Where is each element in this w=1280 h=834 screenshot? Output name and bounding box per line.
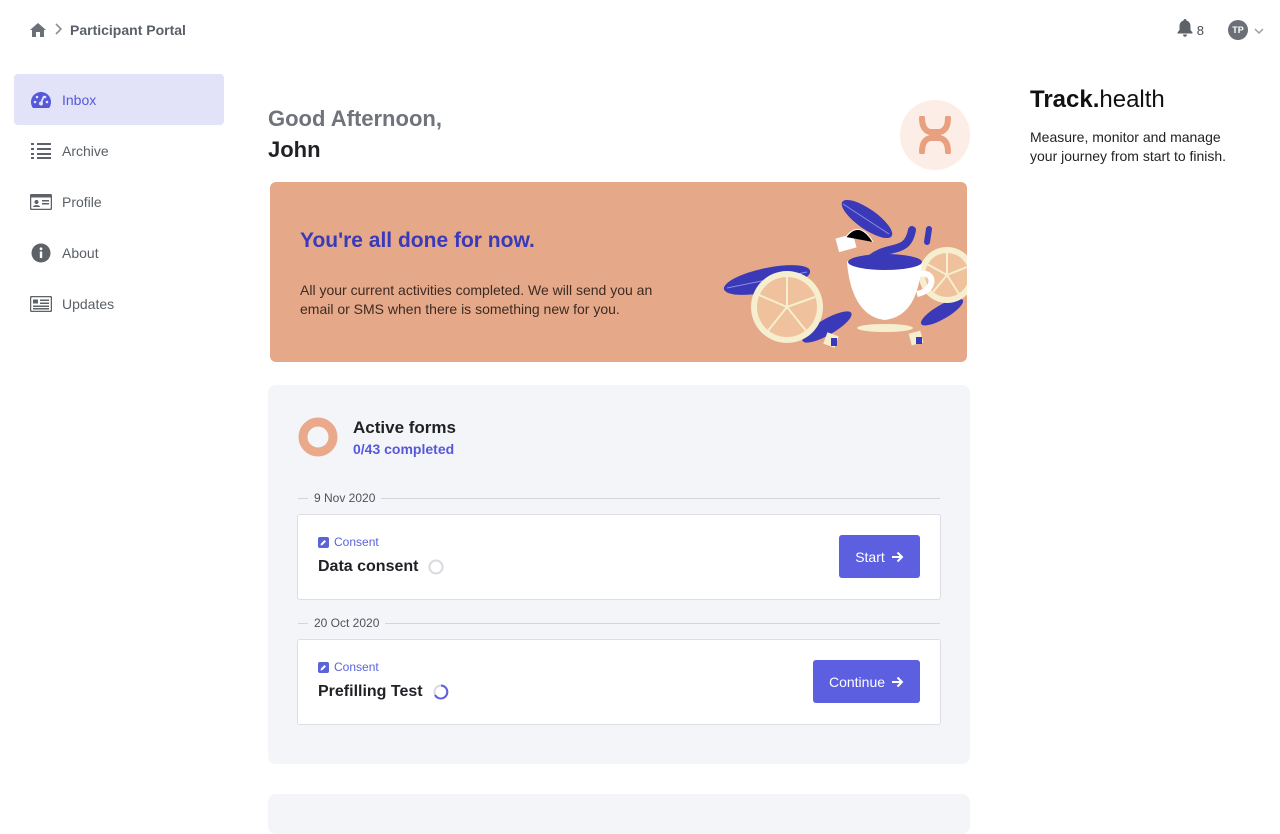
next-card bbox=[268, 794, 970, 834]
form-tag-label: Consent bbox=[334, 660, 379, 674]
form-tag-label: Consent bbox=[334, 535, 379, 549]
breadcrumb-current: Participant Portal bbox=[70, 22, 186, 38]
info-icon bbox=[30, 242, 52, 264]
form-name: Prefilling Test bbox=[318, 683, 449, 701]
start-button[interactable]: Start bbox=[839, 535, 920, 578]
active-forms-title: Active forms bbox=[353, 418, 456, 437]
notifications-button[interactable]: 8 bbox=[1177, 18, 1204, 42]
sidebar-item-label: Profile bbox=[62, 193, 102, 210]
notifications-count: 8 bbox=[1196, 22, 1204, 38]
form-name: Data consent bbox=[318, 558, 444, 576]
sidebar-item-label: Updates bbox=[62, 295, 115, 312]
promo-brand-bold: Track. bbox=[1030, 86, 1100, 113]
progress-ring bbox=[298, 417, 338, 457]
id-card-icon bbox=[30, 191, 52, 213]
date-label: 20 Oct 2020 bbox=[314, 616, 380, 630]
start-button-label: Start bbox=[855, 548, 885, 565]
user-menu[interactable]: TP bbox=[1228, 20, 1264, 40]
top-bar: Participant Portal 8 TP bbox=[0, 0, 1280, 60]
sidebar-item-inbox[interactable]: Inbox bbox=[14, 74, 224, 125]
date-divider: 9 Nov 2020 bbox=[298, 491, 940, 505]
edit-icon bbox=[318, 536, 329, 548]
avatar: TP bbox=[1228, 20, 1248, 40]
arrow-right-icon bbox=[891, 551, 904, 562]
sidebar-item-label: Archive bbox=[62, 142, 109, 159]
sidebar-item-label: Inbox bbox=[62, 91, 97, 108]
brand-logo bbox=[900, 100, 970, 170]
form-item-data-consent: Consent Data consent Start bbox=[297, 514, 941, 600]
bell-icon bbox=[1177, 18, 1193, 42]
list-icon bbox=[30, 140, 52, 162]
breadcrumb: Participant Portal bbox=[30, 20, 186, 40]
status-in-progress-icon bbox=[433, 684, 449, 700]
form-title: Data consent bbox=[318, 558, 419, 575]
sidebar-item-profile[interactable]: Profile bbox=[14, 176, 224, 227]
sidebar-item-updates[interactable]: Updates bbox=[14, 278, 224, 329]
sidebar: Inbox Archive Profile About Updates bbox=[14, 74, 224, 329]
newspaper-icon bbox=[30, 293, 52, 315]
sidebar-item-archive[interactable]: Archive bbox=[14, 125, 224, 176]
continue-button[interactable]: Continue bbox=[813, 660, 920, 703]
promo-brand-light: health bbox=[1099, 86, 1165, 113]
form-tag: Consent bbox=[318, 535, 379, 549]
form-item-prefilling-test: Consent Prefilling Test Continue bbox=[297, 639, 941, 725]
promo-text: Measure, monitor and manage your journey… bbox=[1030, 129, 1227, 164]
chevron-down-icon bbox=[1254, 21, 1264, 39]
greeting-line: Good Afternoon, bbox=[268, 106, 442, 131]
active-forms-progress: 0/43 completed bbox=[353, 441, 455, 457]
continue-button-label: Continue bbox=[828, 673, 886, 690]
status-empty-icon bbox=[428, 559, 444, 575]
sidebar-item-about[interactable]: About bbox=[14, 227, 224, 278]
tea-cup-illustration bbox=[723, 199, 967, 348]
active-forms-card: Active forms 0/43 completed 9 Nov 2020 C… bbox=[268, 385, 970, 764]
form-tag: Consent bbox=[318, 660, 379, 674]
home-icon[interactable] bbox=[30, 23, 46, 37]
completion-banner: You're all done for now. All your curren… bbox=[270, 182, 967, 362]
form-title: Prefilling Test bbox=[318, 683, 423, 700]
banner-title: You're all done for now. bbox=[300, 229, 535, 252]
chevron-right-icon bbox=[54, 20, 63, 40]
dashboard-icon bbox=[30, 89, 52, 111]
arrow-right-icon bbox=[892, 676, 904, 687]
greeting: Good Afternoon, John bbox=[268, 103, 442, 165]
sidebar-item-label: About bbox=[62, 244, 99, 261]
promo-brand: Track.health bbox=[1030, 86, 1165, 114]
date-divider: 20 Oct 2020 bbox=[298, 616, 940, 630]
edit-icon bbox=[318, 661, 329, 673]
greeting-name: John bbox=[268, 137, 321, 162]
date-label: 9 Nov 2020 bbox=[314, 491, 376, 505]
banner-text: All your current activities completed. W… bbox=[300, 282, 653, 317]
